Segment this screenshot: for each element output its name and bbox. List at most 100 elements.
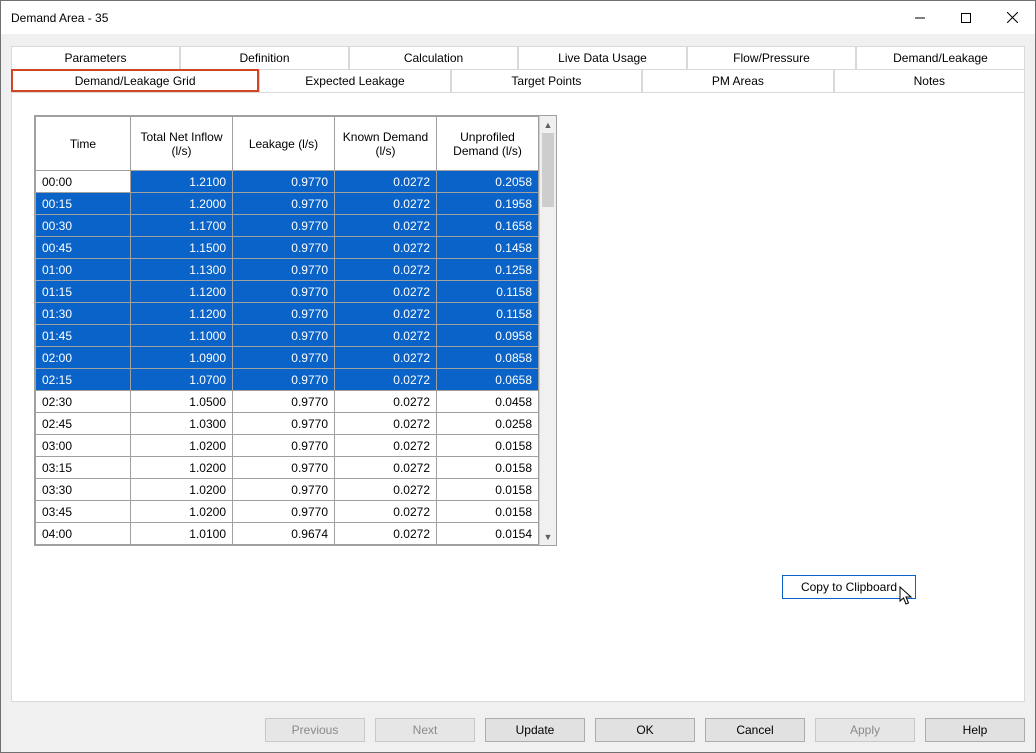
cell-known-demand[interactable]: 0.0272 xyxy=(335,369,437,391)
tab-parameters[interactable]: Parameters xyxy=(11,46,180,69)
cell-inflow[interactable]: 1.0500 xyxy=(131,391,233,413)
cell-time[interactable]: 02:30 xyxy=(36,391,131,413)
table-row[interactable]: 03:151.02000.97700.02720.0158 xyxy=(36,457,539,479)
cell-unprofiled-demand[interactable]: 0.0158 xyxy=(437,501,539,523)
table-row[interactable]: 02:301.05000.97700.02720.0458 xyxy=(36,391,539,413)
scroll-up-icon[interactable]: ▲ xyxy=(540,116,556,133)
tab-target-points[interactable]: Target Points xyxy=(451,69,642,92)
tab-demand-leakage[interactable]: Demand/Leakage xyxy=(856,46,1025,69)
cell-known-demand[interactable]: 0.0272 xyxy=(335,479,437,501)
cell-known-demand[interactable]: 0.0272 xyxy=(335,347,437,369)
cell-known-demand[interactable]: 0.0272 xyxy=(335,457,437,479)
cell-time[interactable]: 01:15 xyxy=(36,281,131,303)
header-time[interactable]: Time xyxy=(36,117,131,171)
cell-time[interactable]: 00:30 xyxy=(36,215,131,237)
update-button[interactable]: Update xyxy=(485,718,585,742)
cell-leakage[interactable]: 0.9770 xyxy=(233,435,335,457)
cell-time[interactable]: 02:00 xyxy=(36,347,131,369)
table-row[interactable]: 01:151.12000.97700.02720.1158 xyxy=(36,281,539,303)
table-row[interactable]: 00:301.17000.97700.02720.1658 xyxy=(36,215,539,237)
cell-unprofiled-demand[interactable]: 0.0158 xyxy=(437,457,539,479)
table-row[interactable]: 03:301.02000.97700.02720.0158 xyxy=(36,479,539,501)
minimize-button[interactable] xyxy=(897,2,943,34)
table-row[interactable]: 01:451.10000.97700.02720.0958 xyxy=(36,325,539,347)
cell-inflow[interactable]: 1.0200 xyxy=(131,501,233,523)
cell-inflow[interactable]: 1.0200 xyxy=(131,479,233,501)
copy-to-clipboard-button[interactable]: Copy to Clipboard xyxy=(782,575,916,599)
table-row[interactable]: 01:001.13000.97700.02720.1258 xyxy=(36,259,539,281)
cell-unprofiled-demand[interactable]: 0.0858 xyxy=(437,347,539,369)
tab-pm-areas[interactable]: PM Areas xyxy=(642,69,833,92)
cell-unprofiled-demand[interactable]: 0.1158 xyxy=(437,303,539,325)
cell-unprofiled-demand[interactable]: 0.0158 xyxy=(437,435,539,457)
cell-unprofiled-demand[interactable]: 0.1658 xyxy=(437,215,539,237)
cell-leakage[interactable]: 0.9770 xyxy=(233,303,335,325)
tab-demand-leakage-grid[interactable]: Demand/Leakage Grid xyxy=(11,69,259,92)
table-row[interactable]: 02:451.03000.97700.02720.0258 xyxy=(36,413,539,435)
table-row[interactable]: 01:301.12000.97700.02720.1158 xyxy=(36,303,539,325)
cell-unprofiled-demand[interactable]: 0.1158 xyxy=(437,281,539,303)
cell-leakage[interactable]: 0.9770 xyxy=(233,281,335,303)
cell-unprofiled-demand[interactable]: 0.0258 xyxy=(437,413,539,435)
tab-calculation[interactable]: Calculation xyxy=(349,46,518,69)
tab-notes[interactable]: Notes xyxy=(834,69,1025,92)
cell-inflow[interactable]: 1.0200 xyxy=(131,457,233,479)
cell-time[interactable]: 04:00 xyxy=(36,523,131,545)
cell-inflow[interactable]: 1.0100 xyxy=(131,523,233,545)
ok-button[interactable]: OK xyxy=(595,718,695,742)
cell-leakage[interactable]: 0.9770 xyxy=(233,237,335,259)
cell-time[interactable]: 00:45 xyxy=(36,237,131,259)
cell-leakage[interactable]: 0.9770 xyxy=(233,413,335,435)
next-button[interactable]: Next xyxy=(375,718,475,742)
cell-leakage[interactable]: 0.9674 xyxy=(233,523,335,545)
cell-time[interactable]: 01:00 xyxy=(36,259,131,281)
tab-flow-pressure[interactable]: Flow/Pressure xyxy=(687,46,856,69)
table-row[interactable]: 00:451.15000.97700.02720.1458 xyxy=(36,237,539,259)
cell-time[interactable]: 03:30 xyxy=(36,479,131,501)
tab-expected-leakage[interactable]: Expected Leakage xyxy=(259,69,450,92)
cell-inflow[interactable]: 1.0900 xyxy=(131,347,233,369)
cell-unprofiled-demand[interactable]: 0.0958 xyxy=(437,325,539,347)
cell-time[interactable]: 02:45 xyxy=(36,413,131,435)
maximize-button[interactable] xyxy=(943,2,989,34)
tab-live-data-usage[interactable]: Live Data Usage xyxy=(518,46,687,69)
cell-inflow[interactable]: 1.1000 xyxy=(131,325,233,347)
cell-known-demand[interactable]: 0.0272 xyxy=(335,259,437,281)
cell-unprofiled-demand[interactable]: 0.0458 xyxy=(437,391,539,413)
cancel-button[interactable]: Cancel xyxy=(705,718,805,742)
table-row[interactable]: 03:001.02000.97700.02720.0158 xyxy=(36,435,539,457)
header-inflow[interactable]: Total Net Inflow (l/s) xyxy=(131,117,233,171)
cell-time[interactable]: 02:15 xyxy=(36,369,131,391)
cell-unprofiled-demand[interactable]: 0.0154 xyxy=(437,523,539,545)
scroll-track[interactable] xyxy=(540,133,556,528)
cell-inflow[interactable]: 1.1700 xyxy=(131,215,233,237)
cell-unprofiled-demand[interactable]: 0.0158 xyxy=(437,479,539,501)
help-button[interactable]: Help xyxy=(925,718,1025,742)
cell-leakage[interactable]: 0.9770 xyxy=(233,171,335,193)
cell-leakage[interactable]: 0.9770 xyxy=(233,259,335,281)
cell-leakage[interactable]: 0.9770 xyxy=(233,391,335,413)
cell-unprofiled-demand[interactable]: 0.1958 xyxy=(437,193,539,215)
table-row[interactable]: 02:151.07000.97700.02720.0658 xyxy=(36,369,539,391)
header-known-demand[interactable]: Known Demand (l/s) xyxy=(335,117,437,171)
cell-leakage[interactable]: 0.9770 xyxy=(233,215,335,237)
cell-known-demand[interactable]: 0.0272 xyxy=(335,193,437,215)
cell-inflow[interactable]: 1.0200 xyxy=(131,435,233,457)
cell-leakage[interactable]: 0.9770 xyxy=(233,369,335,391)
cell-inflow[interactable]: 1.1300 xyxy=(131,259,233,281)
close-button[interactable] xyxy=(989,2,1035,34)
cell-unprofiled-demand[interactable]: 0.0658 xyxy=(437,369,539,391)
cell-inflow[interactable]: 1.0700 xyxy=(131,369,233,391)
grid-scrollbar[interactable]: ▲ ▼ xyxy=(539,116,556,545)
cell-unprofiled-demand[interactable]: 0.1258 xyxy=(437,259,539,281)
cell-known-demand[interactable]: 0.0272 xyxy=(335,413,437,435)
tab-definition[interactable]: Definition xyxy=(180,46,349,69)
cell-unprofiled-demand[interactable]: 0.2058 xyxy=(437,171,539,193)
cell-known-demand[interactable]: 0.0272 xyxy=(335,171,437,193)
cell-inflow[interactable]: 1.1200 xyxy=(131,303,233,325)
header-leakage[interactable]: Leakage (l/s) xyxy=(233,117,335,171)
cell-time[interactable]: 03:00 xyxy=(36,435,131,457)
data-grid[interactable]: Time Total Net Inflow (l/s) Leakage (l/s… xyxy=(34,115,557,546)
cell-known-demand[interactable]: 0.0272 xyxy=(335,325,437,347)
table-row[interactable]: 00:151.20000.97700.02720.1958 xyxy=(36,193,539,215)
